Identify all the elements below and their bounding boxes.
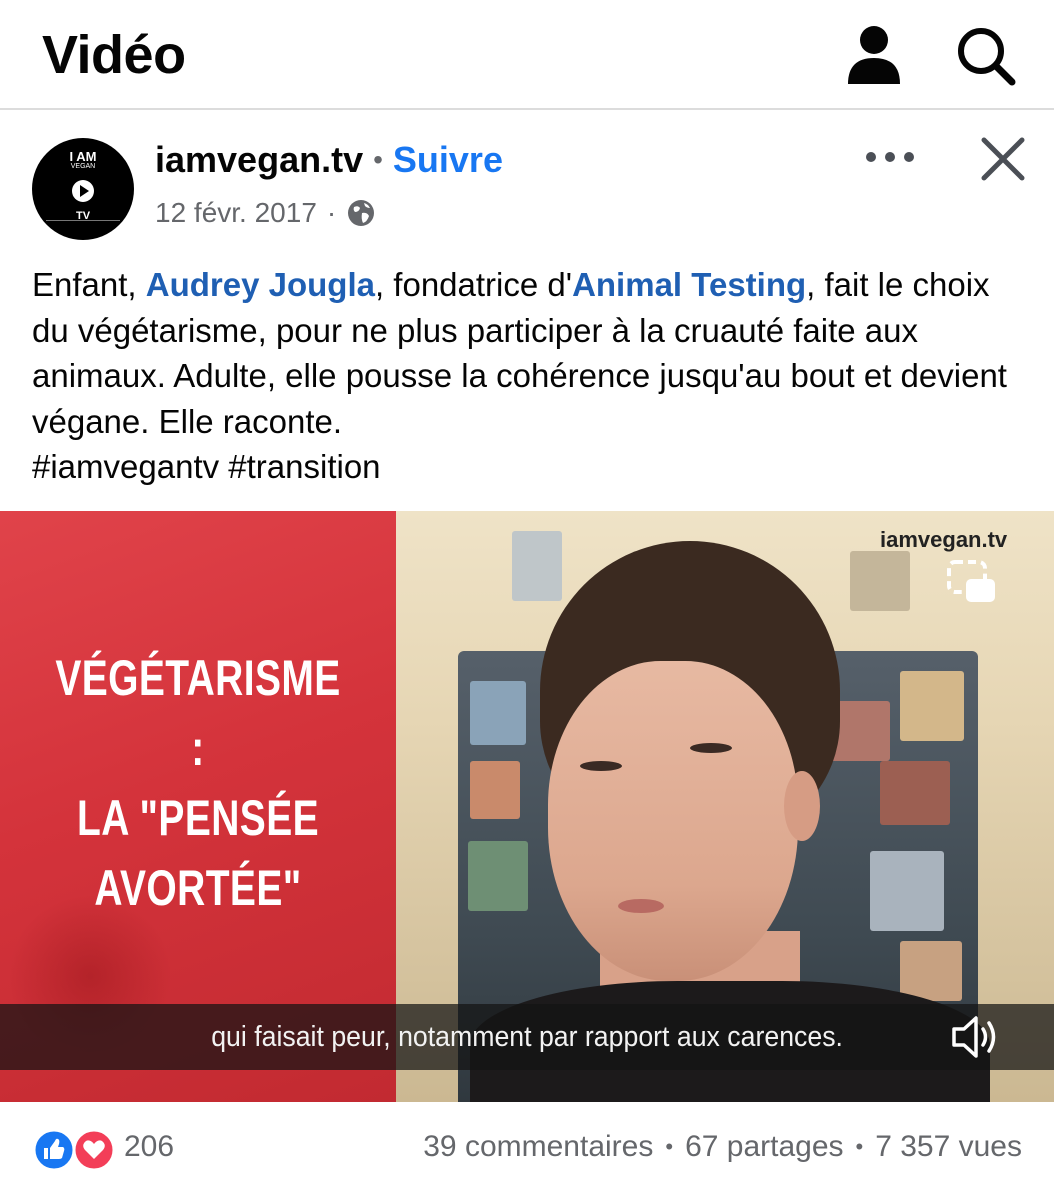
views-count: 7 357 vues	[875, 1130, 1022, 1163]
overlay-line: VÉGÉTARISME :	[55, 650, 341, 776]
reactions-icons[interactable]	[32, 1128, 118, 1172]
person-mouth	[618, 899, 664, 913]
post-footer: 206 39 commentaires • 67 partages • 7 35…	[0, 1102, 1054, 1200]
overlay-line: AVORTÉE"	[94, 860, 302, 916]
post-meta: 12 févr. 2017 ·	[155, 194, 376, 232]
dot-icon	[904, 152, 914, 162]
dot-icon	[866, 152, 876, 162]
person-ear	[784, 771, 820, 841]
mention-link[interactable]: Audrey Jougla	[146, 266, 375, 303]
video-watermark: iamvegan.tv	[880, 527, 1008, 552]
stats-bullet: •	[855, 1134, 864, 1159]
avatar-logo-subtext: VEGAN	[70, 163, 96, 170]
video-subtitle: qui faisait peur, notamment par rapport …	[211, 1021, 843, 1053]
person-eye	[580, 761, 622, 771]
page-avatar[interactable]: I AM VEGAN TV	[32, 138, 134, 240]
avatar-logo-text: I AM	[69, 149, 97, 164]
scene-photo	[470, 761, 520, 819]
globe-icon	[348, 200, 375, 226]
author-name[interactable]: iamvegan.tv	[155, 139, 363, 181]
post-text-part: Enfant,	[32, 266, 146, 303]
comments-count[interactable]: 39 commentaires	[423, 1130, 653, 1164]
author-separator: •	[373, 144, 383, 175]
overlay-line: LA "PENSÉE	[77, 790, 319, 846]
scene-photo	[470, 681, 526, 745]
shares-count[interactable]: 67 partages	[685, 1130, 843, 1164]
page-title: Vidéo	[42, 25, 186, 85]
volume-icon[interactable]	[948, 1009, 1004, 1065]
scene-photo	[880, 761, 950, 825]
person-face	[548, 661, 798, 981]
scene-photo	[468, 841, 528, 911]
follow-button[interactable]: Suivre	[393, 139, 503, 181]
scene-photo	[850, 551, 910, 611]
stats-bullet: •	[665, 1134, 674, 1159]
reaction-count[interactable]: 206	[124, 1130, 174, 1164]
post-text: Enfant, Audrey Jougla, fondatrice d'Anim…	[32, 262, 1032, 490]
scene-photo	[870, 851, 944, 931]
scene-photo	[512, 531, 562, 601]
post-stats: 39 commentaires • 67 partages • 7 357 vu…	[423, 1130, 1022, 1164]
author-row: iamvegan.tv • Suivre	[155, 138, 503, 182]
play-logo-icon	[72, 180, 94, 202]
dot-icon	[885, 152, 895, 162]
post-date[interactable]: 12 févr. 2017	[155, 197, 317, 229]
video-overlay-title: VÉGÉTARISME : LA "PENSÉE AVORTÉE"	[44, 643, 353, 923]
hashtags[interactable]: #iamvegantv #transition	[32, 448, 381, 485]
mention-link[interactable]: Animal Testing	[572, 266, 806, 303]
close-icon[interactable]	[978, 134, 1028, 184]
more-options-icon[interactable]	[862, 140, 918, 174]
picture-in-picture-icon[interactable]	[946, 559, 998, 605]
avatar-logo-tv: TV	[75, 210, 91, 222]
video-player[interactable]: VÉGÉTARISME : LA "PENSÉE AVORTÉE" iamveg…	[0, 511, 1054, 1102]
profile-icon[interactable]	[846, 24, 902, 84]
meta-separator: ·	[326, 197, 337, 228]
search-icon[interactable]	[954, 24, 1018, 88]
person-eye	[690, 743, 732, 753]
scene-photo	[900, 941, 962, 1001]
top-bar: Vidéo	[0, 0, 1054, 110]
post-text-part: , fondatrice d'	[374, 266, 573, 303]
scene-photo	[900, 671, 964, 741]
